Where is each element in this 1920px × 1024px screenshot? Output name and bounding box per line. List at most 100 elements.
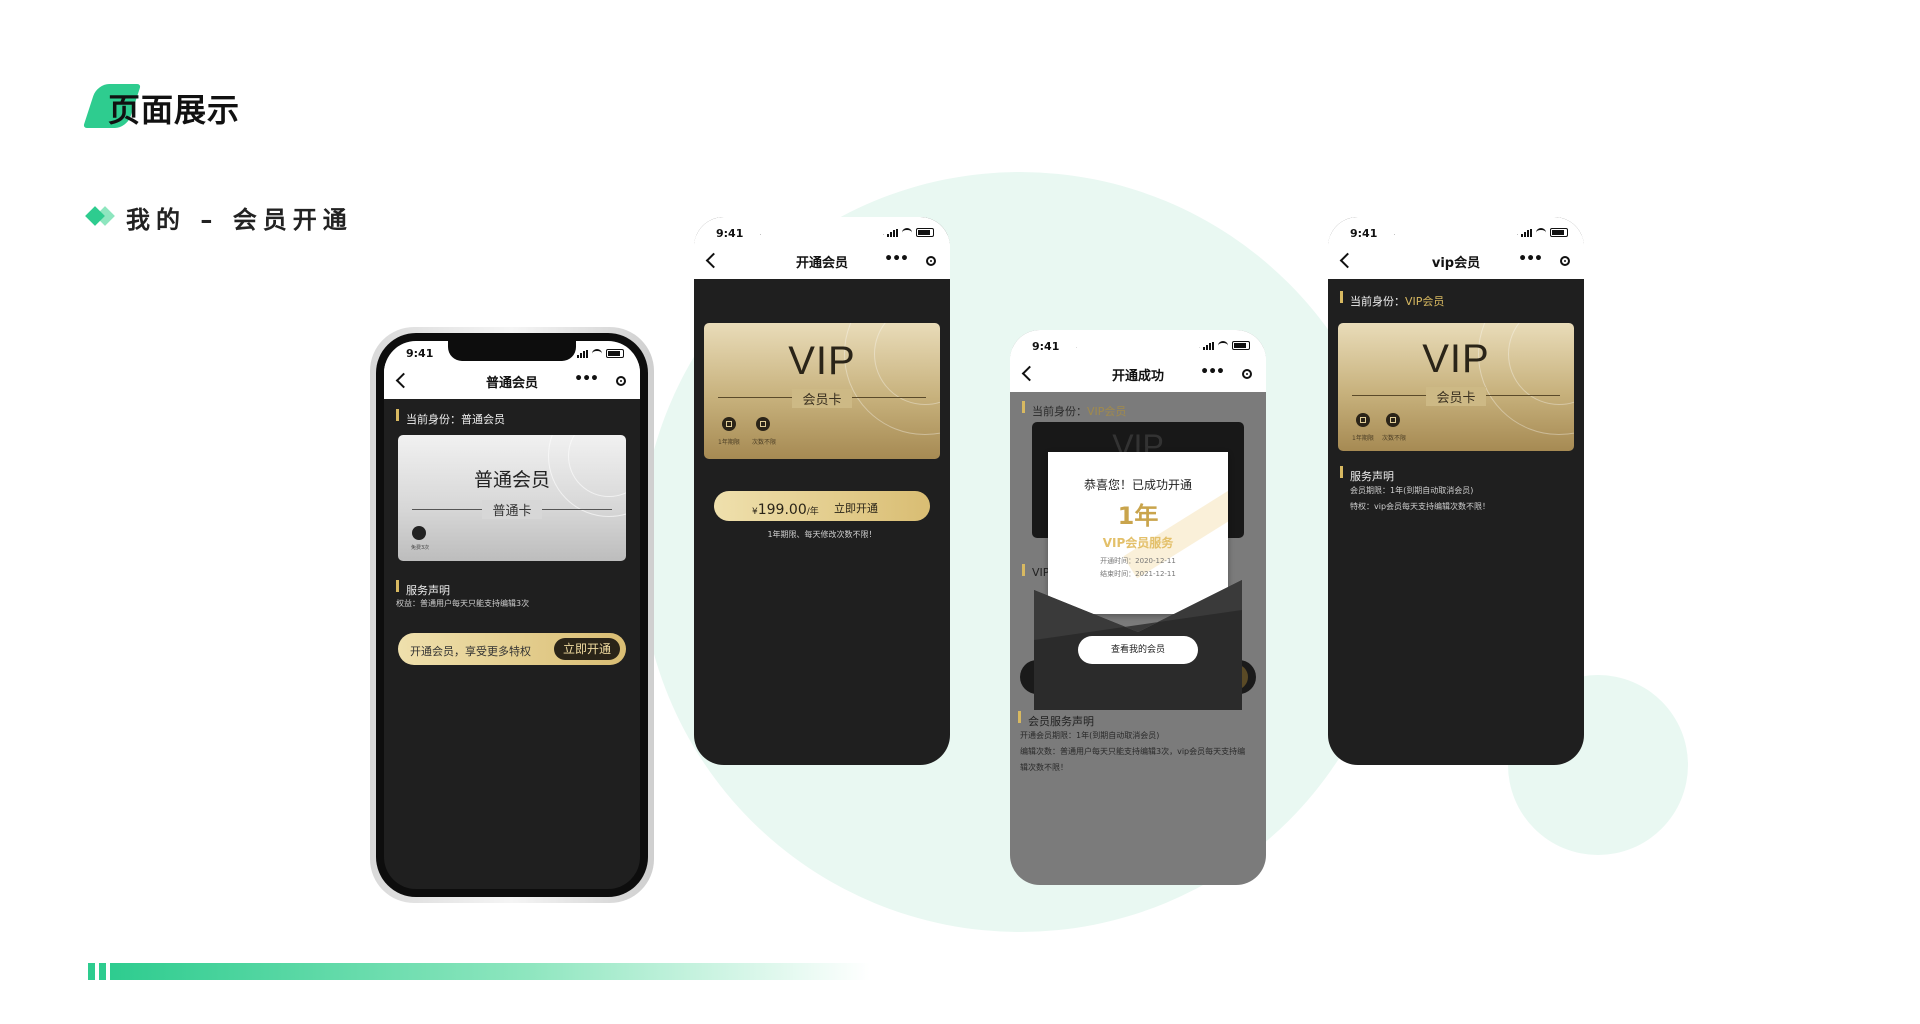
identity-label: 当前身份：VIP会员	[1339, 291, 1445, 309]
vip-title: VIP	[1422, 337, 1490, 381]
more-dots-icon[interactable]: •••	[1200, 364, 1225, 380]
popup-start-time: 开通时间：2020-12-11	[1100, 557, 1176, 565]
nav-bar: 开通会员 •••	[694, 243, 950, 279]
price-value: 199.00	[757, 502, 807, 518]
service-line: 开通会员期限：1年(到期自动取消会员)	[1020, 731, 1160, 740]
nav-bar: 开通成功 •••	[1010, 356, 1266, 392]
calendar-icon	[722, 417, 736, 431]
service-line: 特权：vip会员每天支持编辑次数不限！	[1350, 502, 1491, 511]
edit-icon	[412, 526, 426, 540]
signal-icon	[887, 228, 898, 237]
upgrade-cta-bar[interactable]: 开通会员，享受更多特权 立即开通	[398, 633, 626, 665]
close-target-icon[interactable]	[1242, 369, 1252, 379]
icon-label: 次数不限	[752, 439, 777, 446]
identity-label-text: 当前身份：	[1350, 295, 1405, 308]
section-title: 我的 – 会员开通	[126, 206, 353, 234]
device-notch	[448, 341, 576, 361]
card-title: 普通会员	[473, 469, 550, 491]
view-my-membership-button[interactable]: 查看我的会员	[1078, 636, 1198, 664]
price-note: 1年期限、每天修改次数不限！	[767, 530, 877, 539]
status-icons	[1203, 341, 1250, 350]
service-text: 权益：普通用户每天只能支持编辑3次	[396, 599, 530, 608]
identity-label: 当前身份：普通会员	[396, 409, 505, 426]
status-time: 9:41	[716, 227, 744, 240]
normal-member-card: 普通会员 普通卡 免费3次	[398, 435, 626, 561]
nav-title: 普通会员	[485, 376, 538, 391]
icon-label: 1年期限	[1352, 435, 1374, 442]
nav-bar: 普通会员 •••	[384, 363, 640, 399]
identity-label-text: 当前身份：	[1032, 405, 1087, 418]
more-dots-icon[interactable]: •••	[884, 251, 909, 267]
battery-icon	[1550, 228, 1568, 237]
signal-icon	[577, 349, 588, 358]
price-unit: /年	[806, 507, 819, 517]
nav-bar: vip会员 •••	[1328, 243, 1584, 279]
edit-icon	[1386, 413, 1400, 427]
status-time: 9:41	[406, 347, 434, 360]
footer-gradient-bar	[110, 963, 870, 980]
status-fill	[1070, 330, 1206, 350]
identity-value: VIP会员	[1405, 295, 1445, 308]
service-line: 编辑次数：普通用户每天只能支持编辑3次，vip会员每天支持编	[1020, 747, 1246, 756]
status-icons	[1521, 228, 1568, 237]
wifi-icon	[1536, 228, 1546, 237]
icon-label: 次数不限	[1382, 435, 1407, 442]
calendar-icon	[1356, 413, 1370, 427]
battery-icon	[916, 228, 934, 237]
battery-icon	[1232, 341, 1250, 350]
close-target-icon[interactable]	[1560, 256, 1570, 266]
footer-bar-segment	[88, 963, 95, 980]
service-heading: 服务声明	[396, 580, 450, 597]
signal-icon	[1521, 228, 1532, 237]
popup-service: VIP会员服务	[1102, 536, 1174, 550]
phone-screen-open-member: 9:41 开通会员 ••• VIP 会员卡 1年期限 次数不限 ¥199.00/…	[694, 217, 950, 765]
phone-screen-open-success: 9:41 开通成功 ••• 当前身份：VIP会员 VIP VIP 恭喜您！已成功…	[1010, 330, 1266, 885]
dimmed-label: VIP	[1021, 564, 1050, 579]
card-icon-label: 免费3次	[411, 545, 430, 551]
vip-title: VIP	[788, 339, 856, 383]
more-dots-icon[interactable]: •••	[1518, 251, 1543, 267]
edit-icon	[756, 417, 770, 431]
vip-subtitle: 会员卡	[792, 389, 852, 408]
status-fill	[754, 217, 890, 237]
popup-end-time: 结束时间：2021-12-11	[1100, 570, 1176, 578]
status-fill	[1388, 217, 1524, 237]
popup-title: 恭喜您！已成功开通	[1083, 478, 1192, 492]
page-title-text: 页面展示	[108, 91, 241, 129]
wifi-icon	[592, 349, 602, 358]
upgrade-cta-text: 开通会员，享受更多特权	[410, 645, 531, 658]
status-icons	[887, 228, 934, 237]
status-time: 9:41	[1032, 340, 1060, 353]
purchase-bar[interactable]: ¥199.00/年 立即开通	[714, 491, 930, 521]
nav-title: vip会员	[1431, 256, 1481, 271]
close-target-icon[interactable]	[616, 376, 626, 386]
open-now-button[interactable]: 立即开通	[834, 500, 878, 516]
open-now-button[interactable]: 立即开通	[554, 638, 620, 660]
price: ¥199.00/年	[752, 499, 819, 518]
phone-screen-normal-member: 9:41 普通会员 ••• 当前身份：普通会员 普通会员 普通卡 免费3次 服务…	[384, 341, 640, 889]
signal-icon	[1203, 341, 1214, 350]
footer-bar-segment	[99, 963, 106, 980]
service-line: 辑次数不限！	[1020, 763, 1068, 772]
vip-card: VIP 会员卡 1年期限 次数不限	[1338, 323, 1574, 451]
wifi-icon	[902, 228, 912, 237]
wifi-icon	[1218, 341, 1228, 350]
nav-title: 开通成功	[1111, 369, 1164, 384]
service-line: 会员期限：1年(到期自动取消会员)	[1350, 486, 1474, 495]
status-time: 9:41	[1350, 227, 1378, 240]
vip-card: VIP 会员卡 1年期限 次数不限	[704, 323, 940, 459]
close-target-icon[interactable]	[926, 256, 936, 266]
more-dots-icon[interactable]: •••	[574, 371, 599, 387]
icon-label: 1年期限	[718, 439, 740, 446]
identity-label: 当前身份：VIP会员	[1021, 401, 1127, 419]
identity-value: VIP会员	[1087, 405, 1127, 418]
battery-icon	[606, 349, 624, 358]
service-heading: 会员服务声明	[1018, 711, 1094, 728]
vip-subtitle: 会员卡	[1426, 387, 1486, 406]
phone-screen-vip-member: 9:41 vip会员 ••• 当前身份：VIP会员 VIP 会员卡 1年期限 次…	[1328, 217, 1584, 765]
card-subtitle: 普通卡	[482, 500, 542, 519]
popup-years: 1年	[1117, 502, 1159, 530]
service-heading: 服务声明	[1340, 466, 1394, 483]
status-icons	[577, 349, 624, 358]
nav-title: 开通会员	[795, 256, 848, 271]
